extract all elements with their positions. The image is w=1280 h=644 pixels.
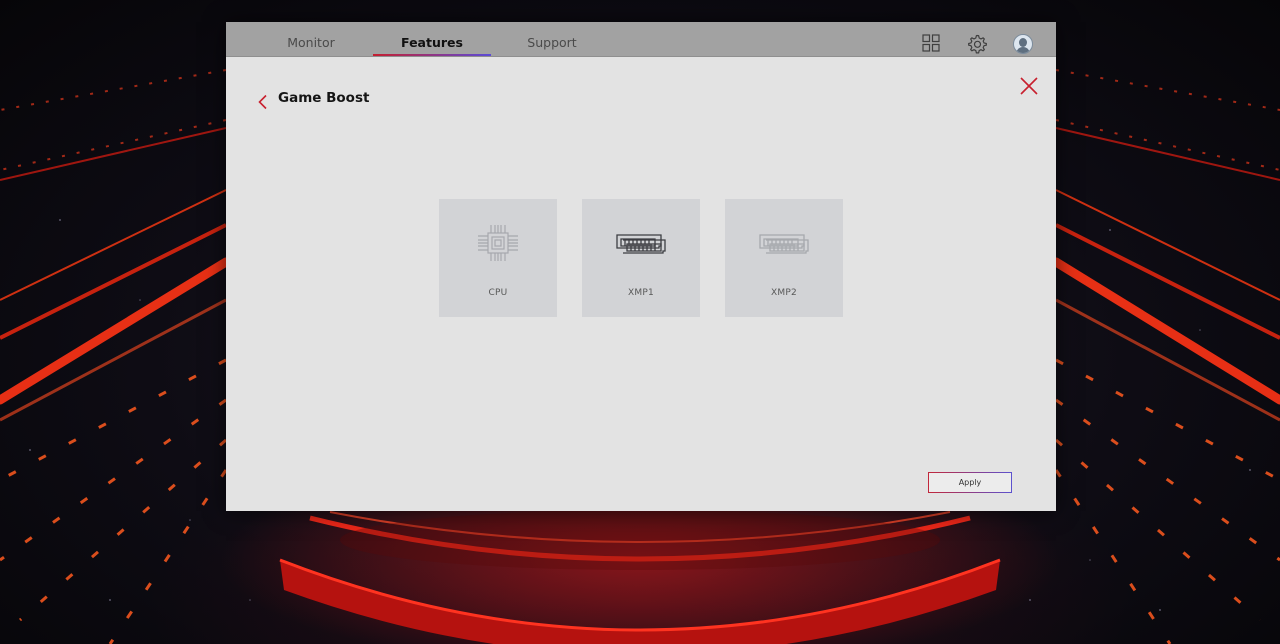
app-window: Monitor Features Support Game Boost CPU … (226, 22, 1056, 511)
option-label-xmp1: XMP1 (628, 288, 654, 298)
option-card-xmp2[interactable]: XMP2 (725, 199, 843, 317)
option-card-xmp1[interactable]: XMP1 (582, 199, 700, 317)
memory-module-icon (725, 221, 843, 267)
option-label-cpu: CPU (488, 288, 508, 298)
option-card-cpu[interactable]: CPU (439, 199, 557, 317)
option-label-xmp2: XMP2 (771, 288, 797, 298)
avatar-head-shape (1019, 38, 1027, 47)
page-title: Game Boost (278, 90, 370, 106)
back-chevron-icon[interactable] (257, 94, 269, 110)
grid-icon[interactable] (922, 34, 942, 54)
cpu-icon (439, 221, 557, 267)
close-icon[interactable] (1018, 75, 1040, 97)
memory-module-icon (582, 221, 700, 267)
apply-button[interactable]: Apply (928, 472, 1012, 493)
gear-icon[interactable] (967, 34, 987, 54)
user-avatar[interactable] (1013, 34, 1033, 54)
tab-support[interactable]: Support (493, 22, 611, 56)
avatar-shoulders-shape (1016, 47, 1030, 53)
tab-features[interactable]: Features (373, 22, 491, 56)
top-navigation-bar: Monitor Features Support (226, 22, 1056, 57)
tab-monitor[interactable]: Monitor (252, 22, 370, 56)
